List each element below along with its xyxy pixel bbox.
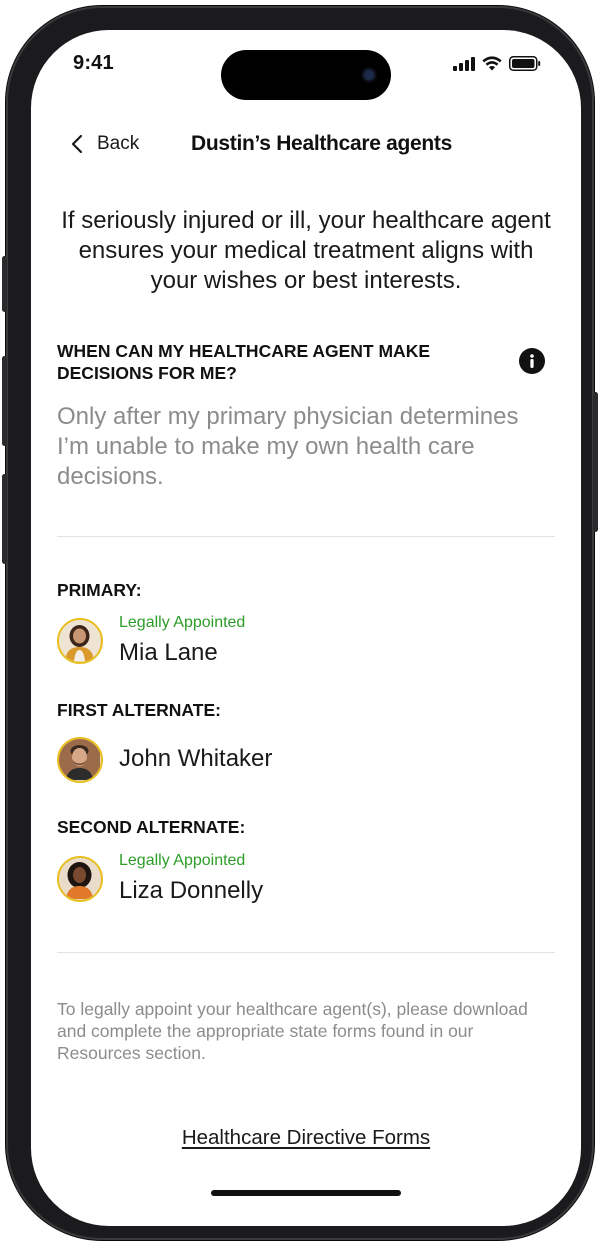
- info-icon[interactable]: [519, 348, 545, 374]
- agent-name-primary: Mia Lane: [119, 639, 218, 666]
- role-label-first-alternate: FIRST ALTERNATE:: [57, 700, 221, 720]
- agent-name-first-alternate: John Whitaker: [119, 745, 273, 772]
- screen: 9:41 Back Dustin’s Healthcare agents If …: [31, 30, 581, 1226]
- intro-text: If seriously injured or ill, your health…: [61, 207, 551, 294]
- divider: [57, 952, 555, 953]
- volume-up-button: [2, 356, 7, 446]
- footnote-text: To legally appoint your healthcare agent…: [57, 999, 528, 1063]
- divider: [57, 536, 555, 537]
- healthcare-directive-forms-link[interactable]: Healthcare Directive Forms: [31, 1126, 581, 1150]
- cellular-signal-icon: [453, 56, 475, 71]
- decision-question: WHEN CAN MY HEALTHCARE AGENT MAKE DECISI…: [57, 341, 431, 383]
- info-glyph: [530, 354, 534, 368]
- home-indicator: [211, 1190, 401, 1196]
- dynamic-island: [221, 50, 391, 100]
- avatar-mia-lane[interactable]: [57, 618, 103, 664]
- status-time: 9:41: [73, 52, 114, 74]
- camera-icon: [361, 67, 377, 83]
- volume-down-button: [2, 474, 7, 564]
- back-button[interactable]: Back: [71, 126, 139, 162]
- chevron-left-icon: [71, 134, 83, 154]
- role-label-primary: PRIMARY:: [57, 580, 142, 600]
- legally-appointed-badge: Legally Appointed: [119, 852, 246, 869]
- battery-icon: [509, 56, 541, 71]
- phone-frame: 9:41 Back Dustin’s Healthcare agents If …: [2, 6, 598, 1240]
- nav-bar: Back Dustin’s Healthcare agents: [31, 126, 581, 162]
- silent-switch: [2, 256, 7, 312]
- power-button: [593, 392, 598, 532]
- avatar-john-whitaker[interactable]: [57, 737, 103, 783]
- role-label-second-alternate: SECOND ALTERNATE:: [57, 817, 246, 837]
- legally-appointed-badge: Legally Appointed: [119, 614, 246, 631]
- back-label: Back: [97, 133, 140, 154]
- avatar-liza-donnelly[interactable]: [57, 856, 103, 902]
- decision-answer: Only after my primary physician determin…: [57, 403, 519, 490]
- page-title: Dustin’s Healthcare agents: [191, 132, 453, 155]
- status-icons: [453, 56, 541, 71]
- wifi-icon: [482, 56, 502, 71]
- agent-name-second-alternate: Liza Donnelly: [119, 877, 264, 904]
